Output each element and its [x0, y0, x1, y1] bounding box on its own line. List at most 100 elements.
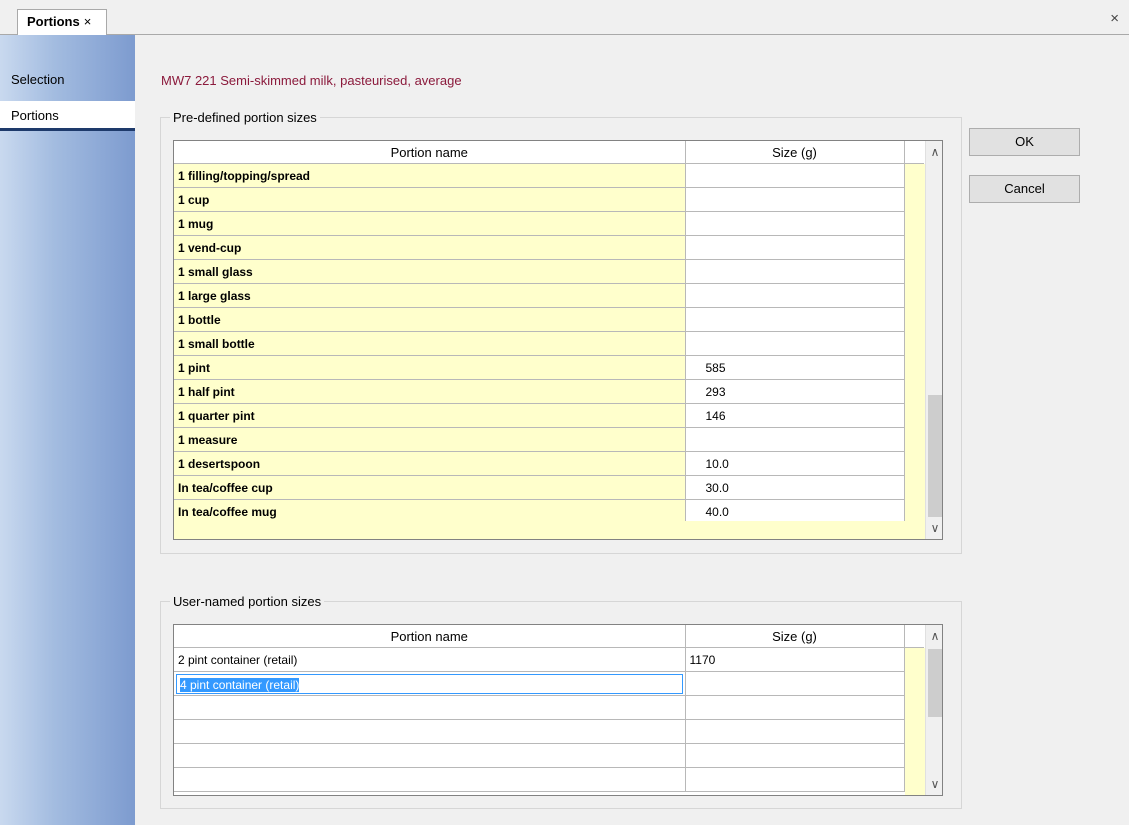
portion-name-cell[interactable]: 1 measure	[174, 427, 686, 452]
portion-name-cell[interactable]: 2 pint container (retail)	[174, 647, 686, 672]
portion-name-cell[interactable]: 1 filling/topping/spread	[174, 163, 686, 188]
table-row[interactable]: 1 pint 585	[174, 355, 924, 380]
size-cell[interactable]: 585	[685, 355, 905, 380]
column-header-portion-name[interactable]: Portion name	[174, 141, 686, 164]
tab-portions[interactable]: Portions ×	[17, 9, 107, 35]
portion-name-cell[interactable]: 1 small bottle	[174, 331, 686, 356]
size-cell[interactable]: 293	[685, 379, 905, 404]
table-row[interactable]: 1 cup	[174, 187, 924, 212]
table-row[interactable]: 1 measure	[174, 427, 924, 452]
header-spacer	[904, 625, 924, 648]
grid-filler	[905, 164, 925, 539]
portion-name-cell[interactable]: In tea/coffee cup	[174, 475, 686, 500]
size-cell[interactable]	[685, 259, 905, 284]
portion-name-cell[interactable]	[174, 695, 686, 720]
table-row[interactable]: 1 quarter pint 146	[174, 403, 924, 428]
portion-name-cell[interactable]	[174, 767, 686, 792]
table-row[interactable]: In tea/coffee cup 30.0	[174, 475, 924, 500]
size-cell[interactable]	[685, 307, 905, 332]
table-row[interactable]: 1 large glass	[174, 283, 924, 308]
selected-text: 4 pint container (retail)	[180, 677, 300, 692]
size-cell[interactable]: 1170	[685, 647, 905, 672]
table-header-row: Portion name Size (g)	[174, 625, 924, 648]
window-close-icon[interactable]: ×	[1110, 10, 1119, 27]
ok-button[interactable]: OK	[969, 128, 1080, 156]
size-cell[interactable]	[685, 719, 905, 744]
table-row[interactable]: 1 small bottle	[174, 331, 924, 356]
portion-name-cell[interactable]: 1 half pint	[174, 379, 686, 404]
user-scrollbar[interactable]: ∧ ∨	[925, 625, 942, 795]
table-row[interactable]: 2 pint container (retail) 1170	[174, 647, 924, 672]
predefined-table: Portion name Size (g) 1 filling/topping/…	[174, 141, 924, 524]
table-row[interactable]: 1 desertspoon 10.0	[174, 451, 924, 476]
table-row[interactable]	[174, 767, 924, 792]
size-cell[interactable]: 30.0	[685, 475, 905, 500]
main-content: MW7 221 Semi-skimmed milk, pasteurised, …	[135, 35, 1129, 825]
portion-name-cell[interactable]: 1 bottle	[174, 307, 686, 332]
predefined-grid[interactable]: Portion name Size (g) 1 filling/topping/…	[173, 140, 943, 540]
size-cell[interactable]: 146	[685, 403, 905, 428]
portion-name-edit-field[interactable]: 4 pint container (retail)	[176, 673, 683, 694]
column-header-size[interactable]: Size (g)	[685, 141, 905, 164]
size-cell[interactable]	[685, 743, 905, 768]
size-cell[interactable]	[685, 695, 905, 720]
size-cell[interactable]	[685, 211, 905, 236]
size-cell[interactable]: 10.0	[685, 451, 905, 476]
portion-name-cell[interactable]: 1 large glass	[174, 283, 686, 308]
size-cell[interactable]	[685, 767, 905, 792]
table-row[interactable]: In tea/coffee mug 40.0	[174, 499, 924, 524]
size-cell[interactable]	[685, 331, 905, 356]
sidebar-item-portions[interactable]: Portions	[0, 101, 135, 131]
table-row[interactable]: 1 bottle	[174, 307, 924, 332]
scroll-thumb[interactable]	[928, 395, 942, 517]
table-row[interactable]: 1 half pint 293	[174, 379, 924, 404]
table-row[interactable]: 1 small glass	[174, 259, 924, 284]
size-cell[interactable]	[685, 235, 905, 260]
scroll-down-icon[interactable]: ∨	[926, 521, 942, 535]
size-cell[interactable]	[685, 283, 905, 308]
column-header-portion-name[interactable]: Portion name	[174, 625, 686, 648]
portion-name-cell[interactable]: 1 pint	[174, 355, 686, 380]
food-title: MW7 221 Semi-skimmed milk, pasteurised, …	[161, 73, 462, 88]
portion-name-cell[interactable]: 1 mug	[174, 211, 686, 236]
scroll-down-icon[interactable]: ∨	[926, 777, 942, 791]
table-row[interactable]	[174, 719, 924, 744]
scroll-up-icon[interactable]: ∧	[926, 145, 942, 159]
size-cell[interactable]: 40.0	[685, 499, 905, 524]
size-cell[interactable]	[685, 671, 905, 696]
user-legend: User-named portion sizes	[173, 594, 322, 609]
portion-name-cell[interactable]: 1 quarter pint	[174, 403, 686, 428]
sidebar: Selection Portions	[0, 35, 135, 825]
table-row[interactable]	[174, 695, 924, 720]
portion-name-cell[interactable]: 1 desertspoon	[174, 451, 686, 476]
portion-name-cell[interactable]: 1 cup	[174, 187, 686, 212]
table-row[interactable]: 1 mug	[174, 211, 924, 236]
portion-name-cell[interactable]	[174, 743, 686, 768]
size-cell[interactable]	[685, 163, 905, 188]
grid-filler	[174, 521, 905, 539]
user-grid[interactable]: Portion name Size (g) 2 pint container (…	[173, 624, 943, 796]
table-row[interactable]: 4 pint container (retail)	[174, 671, 924, 696]
sidebar-item-selection[interactable]: Selection	[0, 65, 135, 95]
table-row[interactable]: 1 filling/topping/spread	[174, 163, 924, 188]
portion-name-cell[interactable]: 1 vend-cup	[174, 235, 686, 260]
predefined-legend: Pre-defined portion sizes	[173, 110, 317, 125]
predefined-scrollbar[interactable]: ∧ ∨	[925, 141, 942, 539]
tab-strip: Portions × ×	[0, 0, 1129, 35]
portion-name-cell[interactable]	[174, 719, 686, 744]
portion-name-cell[interactable]: In tea/coffee mug	[174, 499, 686, 524]
cancel-button[interactable]: Cancel	[969, 175, 1080, 203]
column-header-size[interactable]: Size (g)	[685, 625, 905, 648]
user-table: Portion name Size (g) 2 pint container (…	[174, 625, 924, 792]
size-cell[interactable]	[685, 187, 905, 212]
table-row[interactable]: 1 vend-cup	[174, 235, 924, 260]
header-spacer	[904, 141, 924, 164]
scroll-thumb[interactable]	[928, 649, 942, 717]
tab-close-icon[interactable]: ×	[84, 14, 92, 29]
table-row[interactable]	[174, 743, 924, 768]
tab-title: Portions	[27, 14, 80, 29]
portion-name-cell[interactable]: 1 small glass	[174, 259, 686, 284]
size-cell[interactable]	[685, 427, 905, 452]
portion-name-cell[interactable]: 4 pint container (retail)	[174, 671, 686, 696]
scroll-up-icon[interactable]: ∧	[926, 629, 942, 643]
